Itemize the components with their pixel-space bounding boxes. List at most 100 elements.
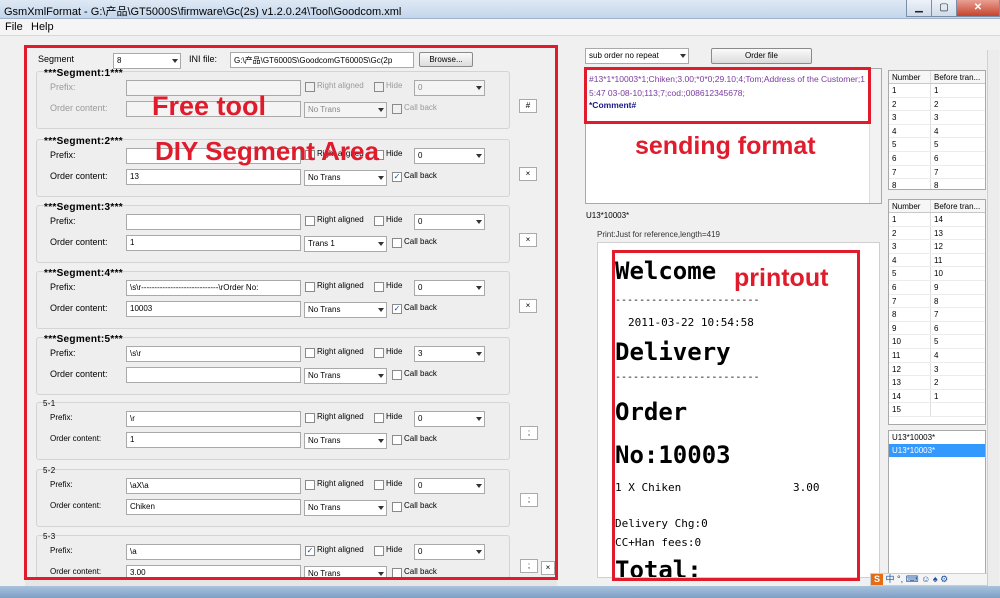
segment-side-button[interactable]: # xyxy=(519,99,537,113)
segment-side-button[interactable]: ; xyxy=(520,426,538,440)
segment-side-button[interactable]: × xyxy=(519,167,537,181)
call-back-checkbox[interactable] xyxy=(392,370,402,380)
table-row[interactable]: 22 xyxy=(889,97,985,112)
hide-checkbox[interactable] xyxy=(374,282,384,292)
table-row[interactable]: 55 xyxy=(889,138,985,152)
segment-count-select[interactable]: 8 xyxy=(113,53,181,69)
alignment-select[interactable]: 0 xyxy=(414,80,485,96)
trans-select[interactable]: Trans 1 xyxy=(304,236,387,252)
mapping-table-2[interactable]: Number Before tran... 1 14 2 13 3 12 4 11 5 10 6 9 7 8 8… xyxy=(888,199,986,425)
order-content-input[interactable]: 10003 xyxy=(126,301,301,317)
remove-segment-button[interactable]: × xyxy=(541,561,555,575)
prefix-input[interactable]: \s\r xyxy=(126,346,301,362)
trans-select[interactable]: No Trans xyxy=(304,500,387,516)
ini-file-input[interactable]: G:\产品\GT6000S\GoodcomGT6000S\Gc(2p xyxy=(230,52,414,68)
trans-select[interactable]: No Trans xyxy=(304,302,387,318)
order-content-input[interactable] xyxy=(126,367,301,383)
table-row[interactable]: 87 xyxy=(889,308,985,322)
alignment-select[interactable]: 3 xyxy=(414,346,485,362)
table-row[interactable]: 11 xyxy=(889,84,985,98)
call-back-checkbox[interactable] xyxy=(392,104,402,114)
menu-file[interactable]: File xyxy=(5,21,23,33)
table-row[interactable]: 13 2 xyxy=(889,376,985,390)
browse-button[interactable]: Browse... xyxy=(419,52,473,67)
right-aligned-checkbox[interactable] xyxy=(305,480,315,490)
call-back-checkbox[interactable] xyxy=(392,502,402,512)
right-aligned-checkbox[interactable] xyxy=(305,82,315,92)
trans-select[interactable]: No Trans xyxy=(304,368,387,384)
hide-checkbox[interactable] xyxy=(374,82,384,92)
call-back-checkbox[interactable] xyxy=(392,238,402,248)
table-row[interactable]: 66 xyxy=(889,151,985,166)
right-aligned-checkbox[interactable] xyxy=(305,348,315,358)
alignment-select[interactable]: 0 xyxy=(414,148,485,164)
input-method-icon[interactable]: S xyxy=(871,574,883,585)
column-before-trans[interactable]: Before tran... xyxy=(931,200,985,212)
table-row[interactable]: 3 12 xyxy=(889,240,985,254)
table-row[interactable]: 10 5 xyxy=(889,335,985,349)
prefix-input[interactable]: \a xyxy=(126,544,301,560)
close-button[interactable]: ✕ xyxy=(956,0,1000,17)
segment-side-button[interactable]: × xyxy=(519,299,537,313)
segment-side-button[interactable]: ; xyxy=(520,493,538,507)
prefix-input[interactable]: \s\r-----------------------------\rOrder… xyxy=(126,280,301,296)
table-row[interactable]: 78 xyxy=(889,294,985,309)
alignment-select[interactable]: 0 xyxy=(414,544,485,560)
trans-select[interactable]: No Trans xyxy=(304,170,387,186)
call-back-checkbox[interactable] xyxy=(392,568,402,578)
input-method-tray[interactable]: S 中 °, ⌨ ☺ ♠ ⚙ xyxy=(870,573,988,586)
alignment-select[interactable]: 0 xyxy=(414,280,485,296)
table-row[interactable]: 15 xyxy=(889,403,985,417)
alignment-select[interactable]: 0 xyxy=(414,411,485,427)
hide-checkbox[interactable] xyxy=(374,348,384,358)
textarea-scrollbar[interactable] xyxy=(869,69,881,203)
table-row[interactable]: 114 xyxy=(889,213,985,227)
order-mode-select[interactable]: sub order no repeat xyxy=(585,48,689,64)
hide-checkbox[interactable] xyxy=(374,546,384,556)
table-row[interactable]: 69 xyxy=(889,280,985,295)
table-row[interactable]: 96 xyxy=(889,321,985,336)
table-row[interactable]: 2 13 xyxy=(889,226,985,241)
order-content-input[interactable]: 1 xyxy=(126,432,301,448)
table-row[interactable]: 114 xyxy=(889,348,985,363)
table-row[interactable]: 44 xyxy=(889,124,985,139)
hide-checkbox[interactable] xyxy=(374,413,384,423)
right-aligned-checkbox[interactable] xyxy=(305,282,315,292)
trans-select[interactable]: No Trans xyxy=(304,102,387,118)
alignment-select[interactable]: 0 xyxy=(414,478,485,494)
order-file-button[interactable]: Order file xyxy=(711,48,812,64)
list-item-selected[interactable]: U13*10003* xyxy=(889,444,985,457)
order-content-input[interactable]: 13 xyxy=(126,169,301,185)
column-before-trans[interactable]: Before tran... xyxy=(931,71,985,83)
table-row[interactable]: 14 1 xyxy=(889,389,985,404)
hide-checkbox[interactable] xyxy=(374,480,384,490)
right-aligned-checkbox[interactable] xyxy=(305,216,315,226)
right-aligned-checkbox[interactable] xyxy=(305,413,315,423)
column-number[interactable]: Number xyxy=(889,71,931,83)
maximize-button[interactable]: ▢ xyxy=(931,0,957,17)
right-scrollbar[interactable] xyxy=(987,50,999,586)
call-back-checkbox[interactable] xyxy=(392,435,402,445)
table-row[interactable]: 12 3 xyxy=(889,362,985,377)
column-number[interactable]: Number xyxy=(889,200,931,212)
call-back-checkbox[interactable]: ✓ xyxy=(392,304,402,314)
table-row[interactable]: 88 xyxy=(889,179,985,189)
segment-side-button[interactable]: × xyxy=(519,233,537,247)
order-content-input[interactable]: 1 xyxy=(126,235,301,251)
minimize-button[interactable]: ▁ xyxy=(906,0,932,17)
mapping-table-1[interactable]: Number Before tran... 1 1 2 2 3 3 4 4 5 5 6 6 7 7 8 8 xyxy=(888,70,986,190)
list-item[interactable]: U13*10003* xyxy=(889,431,985,444)
result-list[interactable]: U13*10003* U13*10003* xyxy=(888,430,986,580)
right-aligned-checkbox[interactable]: ✓ xyxy=(305,546,315,556)
tray-icons[interactable]: °, ⌨ ☺ ♠ ⚙ xyxy=(897,574,948,584)
prefix-input[interactable]: \aX\a xyxy=(126,478,301,494)
table-row[interactable]: 33 xyxy=(889,111,985,125)
segment-side-button[interactable]: ; xyxy=(520,559,538,573)
table-row[interactable]: 5 10 xyxy=(889,267,985,281)
prefix-input[interactable] xyxy=(126,214,301,230)
trans-select[interactable]: No Trans xyxy=(304,433,387,449)
order-content-input[interactable]: Chiken xyxy=(126,499,301,515)
call-back-checkbox[interactable]: ✓ xyxy=(392,172,402,182)
hide-checkbox[interactable] xyxy=(374,216,384,226)
menu-help[interactable]: Help xyxy=(31,21,54,33)
